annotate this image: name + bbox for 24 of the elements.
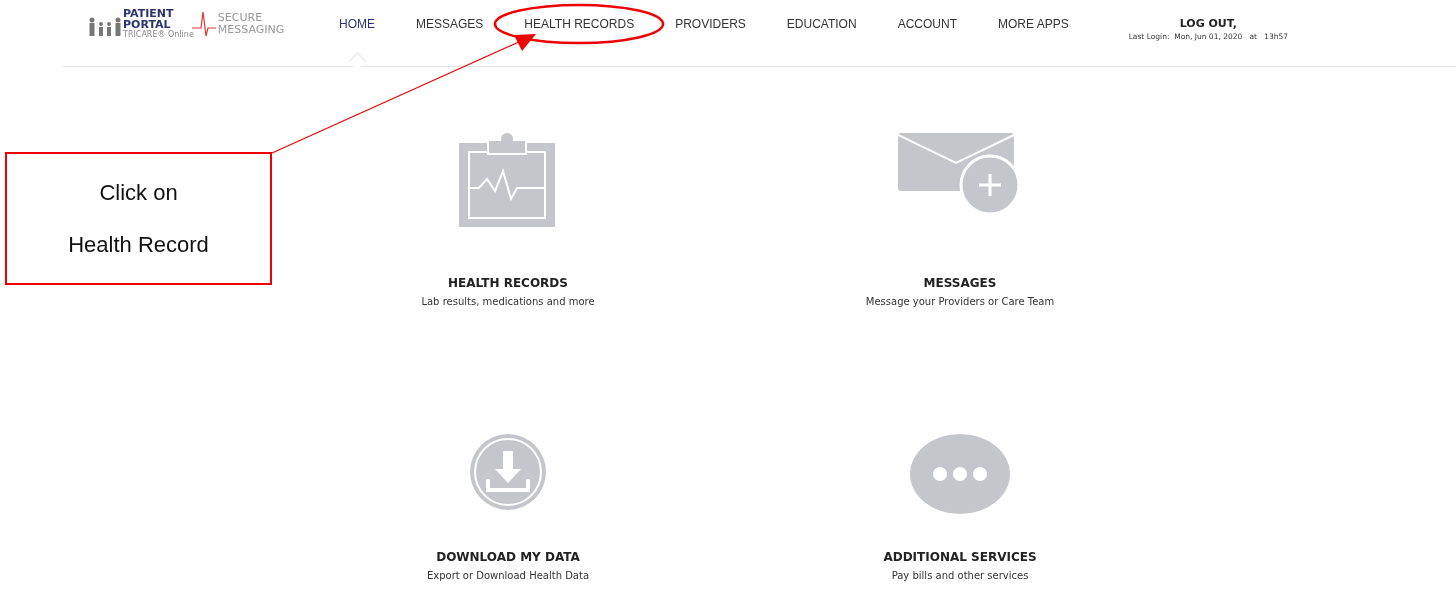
nav-link[interactable]: MESSAGES <box>416 17 484 31</box>
clipboard-chart-icon[interactable] <box>459 133 557 227</box>
tile-title[interactable]: HEALTH RECORDS <box>448 276 568 290</box>
callout-box: Click on Health Record <box>5 152 272 285</box>
nav-link[interactable]: EDUCATION <box>786 17 857 31</box>
logo-text: MESSAGING <box>217 23 285 36</box>
family-icon <box>87 15 123 36</box>
nav-link[interactable]: ACCOUNT <box>897 17 957 31</box>
logout-link[interactable]: LOG OUT, <box>1179 17 1237 30</box>
nav-link[interactable]: MORE APPS <box>997 17 1069 31</box>
more-options-icon[interactable] <box>909 433 1011 515</box>
tile-description: Pay bills and other services <box>891 570 1029 581</box>
tile-title[interactable]: ADDITIONAL SERVICES <box>883 550 1037 564</box>
nav-link[interactable]: PROVIDERS <box>675 17 746 31</box>
tile-description: Message your Providers or Care Team <box>865 296 1055 307</box>
logo-subtext: TRICARE® Online <box>123 30 194 39</box>
logo-text: PATIENT <box>123 8 175 19</box>
logo-text: PORTAL <box>123 19 171 30</box>
nav-link[interactable]: HOME <box>339 17 375 31</box>
tile-title[interactable]: MESSAGES <box>923 276 997 290</box>
tile-title[interactable]: DOWNLOAD MY DATA <box>436 550 580 564</box>
tile-description: Lab results, medications and more <box>421 296 595 307</box>
tile-description: Export or Download Health Data <box>426 570 590 581</box>
logo-text: SECURE <box>217 11 264 24</box>
